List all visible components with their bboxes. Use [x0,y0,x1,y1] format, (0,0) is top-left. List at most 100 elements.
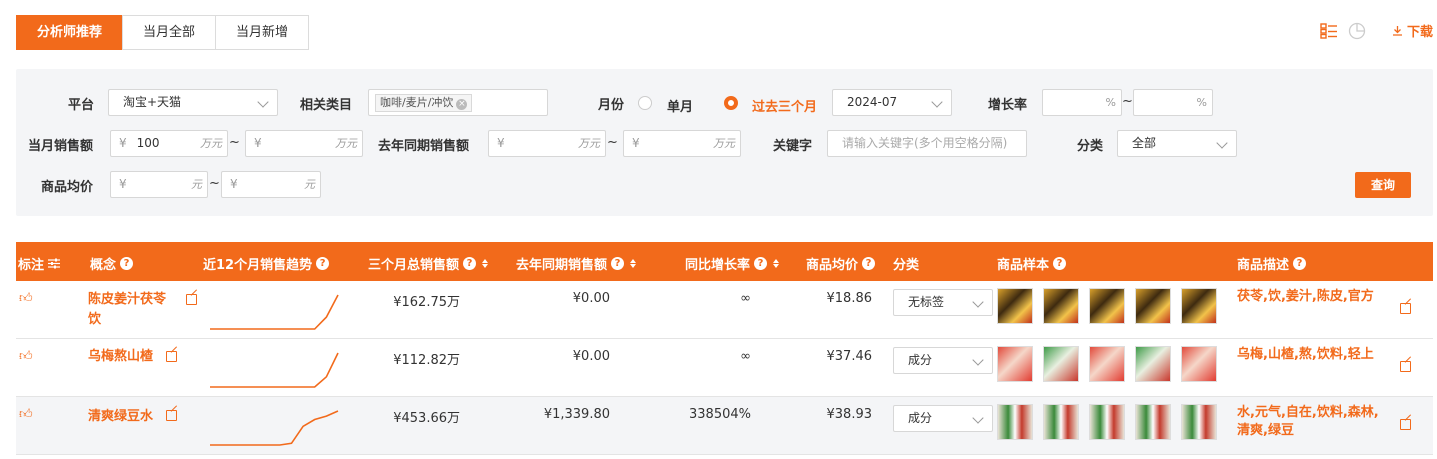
currency-prefix: ¥ [230,177,238,191]
ly-sales-min-input[interactable]: ¥ 万元 [488,130,606,157]
query-button[interactable]: 查询 [1355,172,1411,198]
month-value: 2024-07 [847,95,898,109]
platform-select[interactable]: 淘宝+天猫 [108,89,278,116]
help-icon[interactable]: ? [1053,257,1067,270]
product-thumbnail[interactable] [1181,404,1217,440]
category-select[interactable]: 成分 [893,347,993,374]
single-month-radio[interactable] [638,96,652,110]
avg-price-min-input[interactable]: ¥ 元 [110,171,208,198]
header-three-month[interactable]: 三个月总销售额? [368,254,489,273]
category-value: 成分 [908,411,933,425]
header-samples: 商品样本? [997,254,1067,273]
product-thumbnail[interactable] [1089,288,1125,324]
category-value: 成分 [908,353,933,367]
download-button[interactable]: 下载 [1392,21,1433,40]
table-row: 👍︎ 陈皮姜汁茯苓 饮 ¥162.75万 ¥0.00 ∞ ¥18.86 无标签 … [16,281,1433,339]
help-icon[interactable]: ? [1293,257,1307,270]
help-icon[interactable]: ? [754,257,768,270]
sort-icon[interactable] [773,259,780,268]
help-icon[interactable]: ? [316,257,330,270]
category-select[interactable]: 无标签 [893,289,993,316]
tab-month-all[interactable]: 当月全部 [122,15,217,50]
avg-price: ¥38.93 [826,407,873,422]
sort-icon[interactable] [482,259,489,268]
edit-icon[interactable] [1400,419,1411,430]
header-samples-label: 商品样本 [997,258,1050,273]
product-thumbnail[interactable] [1181,288,1217,324]
product-description: 水,元气,自在,饮料,森林,清爽,绿豆 [1237,405,1379,438]
category-select[interactable]: 咖啡/麦片/冲饮 × [368,89,548,116]
yoy-growth: ∞ [740,349,751,364]
concept-name[interactable]: 清爽绿豆水 [88,407,153,427]
sort-icon[interactable] [630,259,637,268]
product-thumbnail[interactable] [1135,346,1171,382]
product-thumbnail[interactable] [997,346,1033,382]
filter-panel: 平台 淘宝+天猫 相关类目 咖啡/麦片/冲饮 × 月份 单月 过去三个月 2024… [16,69,1433,216]
trend-sparkline [210,410,339,446]
help-icon[interactable]: ? [120,257,134,270]
header-yoy[interactable]: 同比增长率? [685,254,780,273]
keyword-input[interactable]: 请输入关键字(多个用空格分隔) [827,130,1027,157]
edit-icon[interactable] [166,410,177,421]
header-ly-sales[interactable]: 去年同期销售额? [516,254,637,273]
past-three-months-label: 过去三个月 [752,100,818,115]
class-select[interactable]: 全部 [1117,130,1237,157]
product-thumbnail[interactable] [1135,288,1171,324]
help-icon[interactable]: ? [463,257,477,270]
sales-max-input[interactable]: ¥ 万元 [245,130,363,157]
thumbs-up-icon[interactable]: 👍︎ [19,349,33,364]
help-icon[interactable]: ? [611,257,625,270]
avg-price-max-input[interactable]: ¥ 元 [221,171,321,198]
unit-suffix: 万元 [200,137,222,150]
edit-icon[interactable] [186,294,197,305]
avg-price: ¥18.86 [826,291,873,306]
thumbs-up-icon[interactable]: 👍︎ [19,407,33,422]
avg-price-label: 商品均价 [41,180,94,195]
product-thumbnail[interactable] [997,288,1033,324]
table-row: 👍︎ 乌梅熬山楂 ¥112.82万 ¥0.00 ∞ ¥37.46 成分 乌梅,山… [16,339,1433,397]
trend-line [210,352,339,388]
category-select[interactable]: 成分 [893,405,993,432]
concept-name[interactable]: 陈皮姜汁茯苓 饮 [88,290,166,330]
growth-min-input[interactable]: % [1042,89,1122,116]
help-icon[interactable]: ? [862,257,876,270]
past-three-months-radio[interactable] [724,96,738,110]
table-row: 👍︎ 清爽绿豆水 ¥453.66万 ¥1,339.80 338504% ¥38.… [16,397,1433,455]
tab-month-new[interactable]: 当月新增 [215,15,310,50]
product-thumbnail[interactable] [1089,404,1125,440]
edit-icon[interactable] [1400,303,1411,314]
product-thumbnail[interactable] [1043,404,1079,440]
edit-icon[interactable] [1400,361,1411,372]
list-view-icon[interactable] [1320,22,1338,39]
sales-min-input[interactable]: ¥100 万元 [110,130,228,157]
product-thumbnail[interactable] [997,404,1033,440]
avg-price: ¥37.46 [826,349,873,364]
download-label: 下载 [1406,25,1433,40]
filter-sliders-icon[interactable] [48,258,61,269]
growth-max-input[interactable]: % [1133,89,1213,116]
header-concept-label: 概念 [90,258,117,273]
pie-view-icon[interactable] [1348,22,1366,40]
tab-analyst-recommend[interactable]: 分析师推荐 [16,15,124,50]
three-month-sales: ¥162.75万 [393,295,460,310]
category-tag-label: 咖啡/麦片/冲饮 [380,96,454,109]
product-thumbnail[interactable] [1089,346,1125,382]
product-description: 茯苓,饮,姜汁,陈皮,官方 [1237,289,1374,304]
header-description-label: 商品描述 [1237,258,1290,273]
ly-sales-max-input[interactable]: ¥ 万元 [623,130,741,157]
close-icon[interactable]: × [456,99,468,110]
header-description: 商品描述? [1237,254,1307,273]
thumbs-up-icon[interactable]: 👍︎ [19,291,33,306]
trend-line [210,294,339,330]
unit-suffix: 万元 [335,137,357,150]
product-thumbnail[interactable] [1181,346,1217,382]
month-select[interactable]: 2024-07 [832,89,952,116]
header-concept: 概念? [90,254,134,273]
concept-name-line2: 饮 [88,312,102,327]
product-thumbnail[interactable] [1135,404,1171,440]
product-thumbnail[interactable] [1043,288,1079,324]
product-thumbnail[interactable] [1043,346,1079,382]
growth-label: 增长率 [988,98,1028,113]
concept-name[interactable]: 乌梅熬山楂 [88,347,153,367]
edit-icon[interactable] [166,351,177,362]
